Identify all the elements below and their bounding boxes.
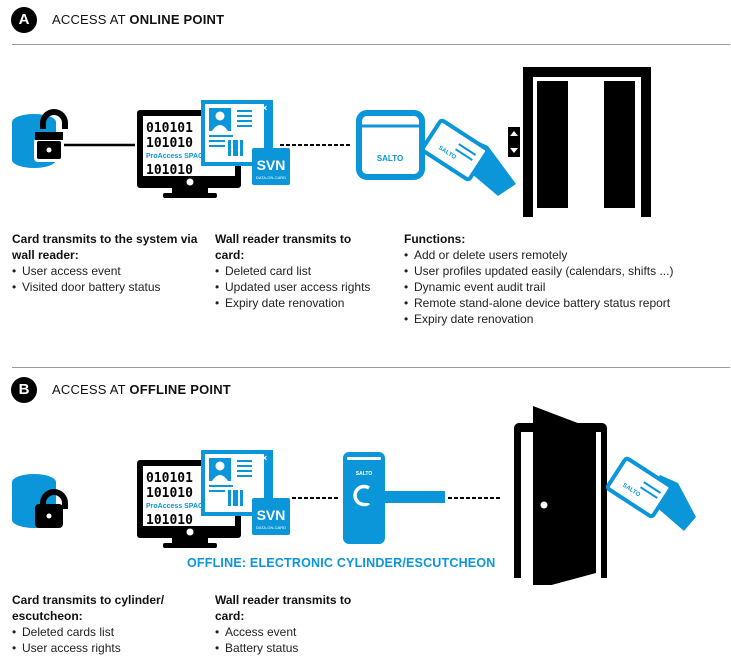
list-item: Deleted cards list — [12, 624, 192, 640]
monitor-row3: 101010 — [146, 163, 193, 178]
monitor-brand: ProAccess SPACE — [146, 503, 208, 510]
column-heading: Card transmits to the system via wall re… — [12, 232, 198, 262]
monitor-row2: 101010 — [146, 486, 193, 501]
title-prefix: ACCESS AT — [52, 12, 130, 27]
hand-card-icon: SALTO — [605, 456, 696, 531]
title-bold: OFFLINE POINT — [129, 382, 231, 397]
list-item: Dynamic event audit trail — [404, 279, 730, 295]
svn-sub: DATA-ON-CARD — [256, 525, 286, 530]
column-card-transmits-cylinder: Card transmits to cylinder/ escutcheon: … — [12, 592, 192, 656]
monitor-brand: ProAccess SPACE — [146, 153, 208, 160]
list-item: Access event — [215, 624, 375, 640]
section-a-badge: A — [11, 7, 37, 33]
column-card-transmits: Card transmits to the system via wall re… — [12, 231, 202, 295]
list-item: User access rights — [12, 640, 192, 656]
column-wall-reader: Wall reader transmits to card: Deleted c… — [215, 231, 375, 311]
column-functions: Functions: Add or delete users remotelyU… — [404, 231, 730, 327]
list-item: User access event — [12, 263, 202, 279]
divider — [12, 44, 730, 45]
svn-data-on-card-icon: SVN DATA-ON-CARD — [252, 498, 290, 535]
list-item: User profiles updated easily (calendars,… — [404, 263, 730, 279]
open-door-icon — [514, 406, 607, 585]
escutcheon-icon: SALTO — [343, 452, 445, 544]
section-a-title: ACCESS AT ONLINE POINT — [52, 12, 224, 27]
section-b-title: ACCESS AT OFFLINE POINT — [52, 382, 231, 397]
column-heading: Card transmits to cylinder/ escutcheon: — [12, 593, 165, 623]
monitor-row3: 101010 — [146, 513, 193, 528]
list-item: Add or delete users remotely — [404, 247, 730, 263]
svn-data-on-card-icon: SVN DATA-ON-CARD — [252, 148, 290, 185]
svn-label: SVN — [257, 157, 286, 173]
offline-caption: OFFLINE: ELECTRONIC CYLINDER/ESCUTCHEON — [187, 556, 496, 570]
close-icon: × — [262, 103, 267, 113]
column-heading: Functions: — [404, 232, 466, 246]
monitor-row1: 010101 — [146, 471, 193, 486]
close-icon: × — [262, 453, 267, 463]
database-lock-icon — [12, 109, 68, 168]
reader-label: SALTO — [377, 154, 403, 163]
svn-sub: DATA-ON-CARD — [256, 175, 286, 180]
hand-card-icon: SALTO — [420, 118, 516, 196]
monitor-row1: 010101 — [146, 121, 193, 136]
title-bold: ONLINE POINT — [129, 12, 225, 27]
escutcheon-label: SALTO — [356, 471, 373, 477]
title-prefix: ACCESS AT — [52, 382, 130, 397]
svn-label: SVN — [257, 507, 286, 523]
database-lock-icon — [12, 474, 68, 528]
online-diagram: 010101 101010 ProAccess SPACE 101010 × S… — [12, 67, 651, 217]
monitor-row2: 101010 — [146, 136, 193, 151]
elevator-door-icon — [508, 67, 651, 217]
column-heading: Wall reader transmits to card: — [215, 593, 352, 623]
wall-reader-icon: SALTO — [356, 110, 425, 180]
column-wall-reader-offline: Wall reader transmits to card: Access ev… — [215, 592, 375, 656]
list-item: Visited door battery status — [12, 279, 202, 295]
list-item: Battery status — [215, 640, 375, 656]
list-item: Remote stand-alone device battery status… — [404, 295, 730, 311]
column-heading: Wall reader transmits to card: — [215, 232, 352, 262]
divider — [12, 367, 730, 368]
list-item: Expiry date renovation — [215, 295, 375, 311]
list-item: Updated user access rights — [215, 279, 375, 295]
list-item: Deleted card list — [215, 263, 375, 279]
list-item: Expiry date renovation — [404, 311, 730, 327]
